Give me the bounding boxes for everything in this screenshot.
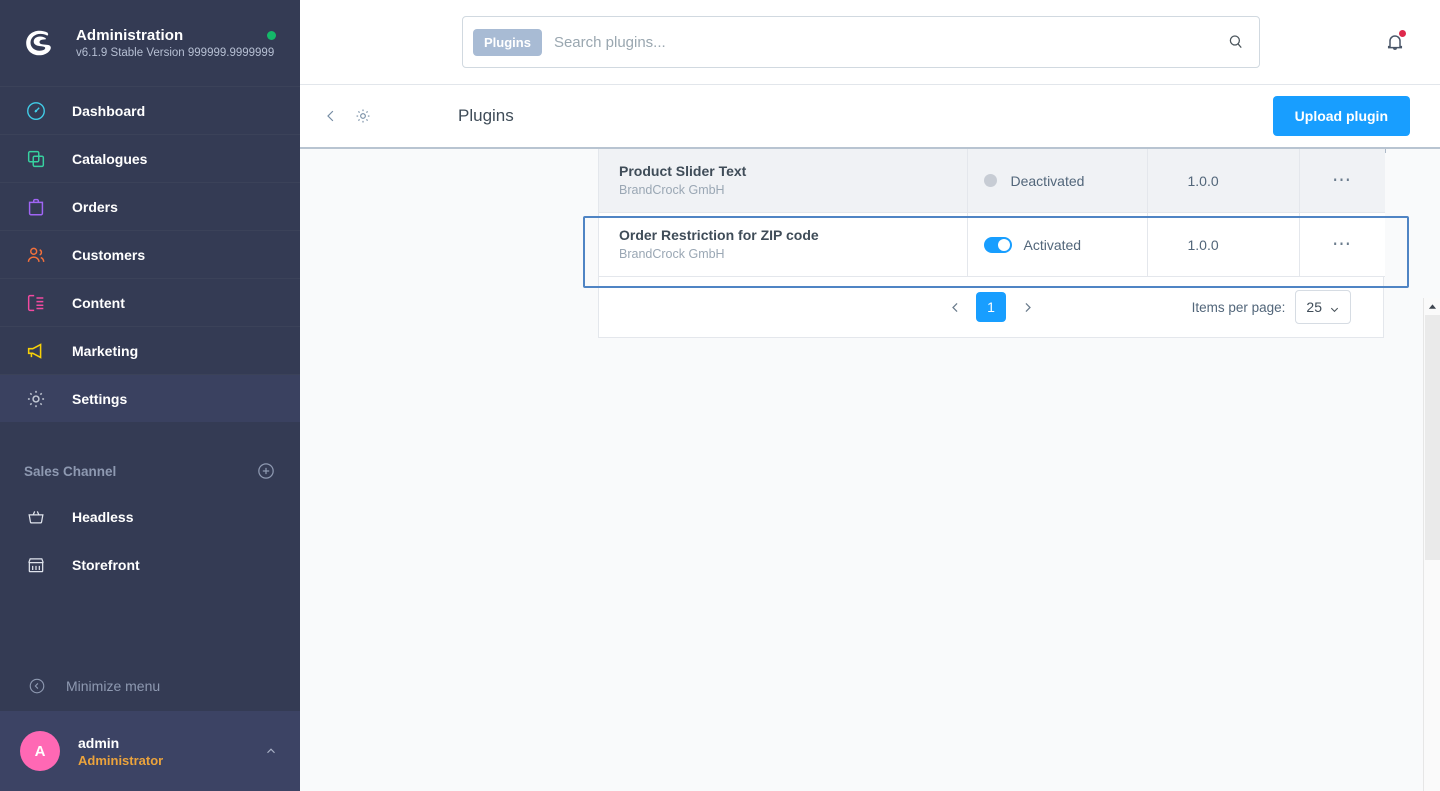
chevron-down-icon <box>1329 302 1340 313</box>
sales-channel-heading-row: Sales Channel <box>0 449 300 493</box>
sidebar-item-catalogues[interactable]: Catalogues <box>0 134 300 182</box>
orders-icon <box>24 195 48 219</box>
sidebar-item-label: Marketing <box>72 342 139 359</box>
plugin-title: Product Slider Text <box>619 163 747 179</box>
sales-channel-heading: Sales Channel <box>24 463 117 479</box>
sidebar-brand-version: v6.1.9 Stable Version 999999.9999999 <box>76 46 275 59</box>
minimize-menu-button[interactable]: Minimize menu <box>0 661 300 711</box>
items-per-page-select[interactable]: 25 <box>1295 290 1351 324</box>
pagination-next-button[interactable] <box>1014 294 1040 320</box>
sidebar-brand-header[interactable]: Administration v6.1.9 Stable Version 999… <box>0 0 300 86</box>
sidebar: Administration v6.1.9 Stable Version 999… <box>0 0 300 791</box>
plugin-version-cell: 1.0.0 <box>1147 149 1300 213</box>
notifications-button[interactable] <box>1380 27 1410 57</box>
sidebar-item-label: Dashboard <box>72 102 146 119</box>
marketing-icon <box>24 339 48 363</box>
pagination-page-1[interactable]: 1 <box>976 292 1006 322</box>
plugin-vendor: BrandCrock GmbH <box>619 183 725 197</box>
sidebar-item-label: Settings <box>72 390 128 407</box>
search-scope-chip[interactable]: Plugins <box>473 28 542 56</box>
items-per-page-value: 25 <box>1306 299 1322 315</box>
pagination-prev-button[interactable] <box>942 294 968 320</box>
pagination: 1 Items per page: 25 <box>599 277 1383 337</box>
collapse-left-icon <box>28 677 46 695</box>
sidebar-item-customers[interactable]: Customers <box>0 230 300 278</box>
plugin-actions-cell: ⋯ <box>1299 212 1385 277</box>
plugin-version-cell: 1.0.0 <box>1147 212 1300 277</box>
search-icon[interactable] <box>1227 33 1245 51</box>
upload-plugin-button[interactable]: Upload plugin <box>1272 96 1410 136</box>
more-dots-icon[interactable]: ⋯ <box>1332 170 1353 191</box>
sidebar-item-settings[interactable]: Settings <box>0 374 300 422</box>
sidebar-item-content[interactable]: Content <box>0 278 300 326</box>
content-vertical-scrollbar[interactable] <box>1423 298 1440 791</box>
scroll-up-arrow-icon[interactable] <box>1424 298 1440 315</box>
items-per-page-label: Items per page: <box>1191 299 1286 315</box>
plugin-actions-cell: ⋯ <box>1299 149 1385 213</box>
chevron-up-icon[interactable] <box>264 744 278 758</box>
content-area: Product Slider Text BrandCrock GmbH Deac… <box>300 149 1440 791</box>
sidebar-item-label: Catalogues <box>72 150 148 167</box>
user-names: admin Administrator <box>78 734 264 769</box>
sidebar-item-dashboard[interactable]: Dashboard <box>0 86 300 134</box>
minimize-menu-label: Minimize menu <box>66 678 161 694</box>
customers-icon <box>24 243 48 267</box>
sidebar-item-storefront[interactable]: Storefront <box>0 541 300 589</box>
status-badge: Deactivated <box>1010 172 1085 189</box>
user-name: admin <box>78 734 120 751</box>
plugin-name-cell: Product Slider Text BrandCrock GmbH <box>599 149 968 213</box>
sidebar-item-label: Orders <box>72 198 118 215</box>
plugin-vendor: BrandCrock GmbH <box>619 247 725 261</box>
headless-basket-icon <box>24 505 48 529</box>
sidebar-item-orders[interactable]: Orders <box>0 182 300 230</box>
gear-icon <box>24 387 48 411</box>
sidebar-item-label: Headless <box>72 509 134 525</box>
shopware-logo-icon <box>26 30 51 56</box>
more-dots-icon[interactable]: ⋯ <box>1332 234 1353 255</box>
user-role: Administrator <box>78 752 164 768</box>
search-input[interactable] <box>553 33 1227 51</box>
table-row[interactable]: Product Slider Text BrandCrock GmbH Deac… <box>599 149 1385 213</box>
sidebar-item-label: Content <box>72 294 125 311</box>
sidebar-item-headless[interactable]: Headless <box>0 493 300 541</box>
connection-status-dot <box>267 31 276 40</box>
main-navigation: Dashboard Catalogues Orders Customers Co… <box>0 86 300 422</box>
plugins-table: Product Slider Text BrandCrock GmbH Deac… <box>599 149 1385 277</box>
sidebar-item-label: Customers <box>72 246 146 263</box>
scrollbar-thumb[interactable] <box>1425 315 1440 560</box>
plus-circle-icon[interactable] <box>256 461 276 481</box>
gear-icon[interactable] <box>354 107 372 125</box>
plugin-status-cell: Activated <box>967 212 1148 277</box>
plugin-name-cell: Order Restriction for ZIP code BrandCroc… <box>599 212 968 277</box>
app-root: Administration v6.1.9 Stable Version 999… <box>0 0 1440 791</box>
table-row[interactable]: Order Restriction for ZIP code BrandCroc… <box>599 212 1385 277</box>
chevron-left-icon[interactable] <box>322 107 340 125</box>
catalogues-icon <box>24 147 48 171</box>
main-area: Plugins Search plugins... Plugins Upload… <box>300 0 1440 791</box>
global-search-bar[interactable]: Plugins <box>462 16 1260 68</box>
plugin-toggle[interactable] <box>983 236 1012 253</box>
page-title: Plugins <box>458 106 514 125</box>
sidebar-item-label: Storefront <box>72 557 140 573</box>
dashboard-icon <box>24 99 48 123</box>
content-icon <box>24 291 48 315</box>
smart-bar: Plugins Upload plugin <box>300 85 1440 149</box>
plugins-card: Product Slider Text BrandCrock GmbH Deac… <box>598 149 1385 338</box>
notification-unread-dot <box>1398 29 1407 38</box>
pagination-controls: 1 <box>942 292 1040 322</box>
items-per-page-group: Items per page: 25 <box>1192 290 1351 324</box>
plugin-title: Order Restriction for ZIP code <box>619 227 819 243</box>
plugin-status-cell: Deactivated <box>967 149 1148 213</box>
topbar: Plugins <box>300 0 1440 85</box>
storefront-icon <box>24 553 48 577</box>
sidebar-brand-title: Administration <box>76 26 184 44</box>
sidebar-item-marketing[interactable]: Marketing <box>0 326 300 374</box>
plugin-toggle[interactable] <box>983 174 997 187</box>
user-menu-bar[interactable]: A admin Administrator <box>0 711 300 791</box>
avatar: A <box>20 731 60 771</box>
status-badge: Activated <box>1023 236 1082 253</box>
